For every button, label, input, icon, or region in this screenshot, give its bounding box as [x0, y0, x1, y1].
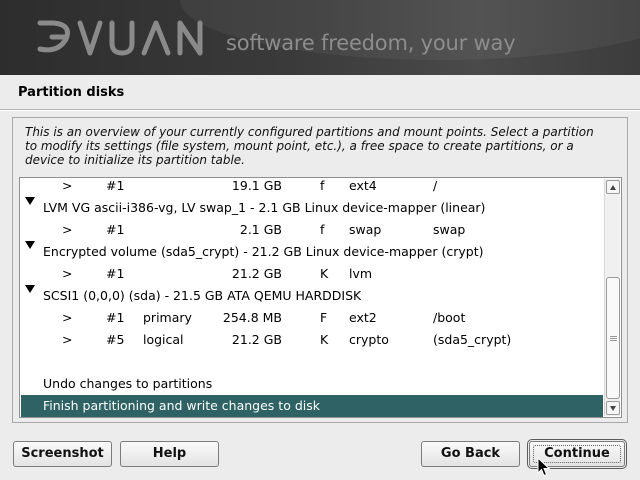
banner-tagline: software freedom, your way: [226, 31, 516, 55]
device-row[interactable]: Encrypted volume (sda5_crypt) - 21.2 GB …: [21, 241, 603, 263]
partition-arrow: >: [62, 222, 73, 237]
partition-number: #1: [106, 310, 125, 325]
partition-list[interactable]: > #1 19.1 GB f ext4 / LVM VG ascii-i386-vg, LV…: [19, 177, 622, 418]
title-divider: [0, 109, 640, 111]
expand-triangle-icon[interactable]: [25, 241, 35, 249]
grip-icon: [610, 336, 617, 341]
partition-number: #1: [106, 222, 125, 237]
device-label: SCSI1 (0,0,0) (sda) - 21.5 GB ATA QEMU H…: [43, 288, 362, 303]
partition-filesystem: ext4: [349, 178, 377, 193]
partition-mount-point: swap: [433, 222, 466, 237]
partition-size: 21.2 GB: [231, 266, 282, 281]
devuan-banner: software freedom, your way: [0, 0, 640, 75]
scroll-down-button[interactable]: [606, 401, 620, 415]
partition-filesystem: lvm: [349, 266, 373, 281]
arrow-down-icon: [610, 406, 616, 411]
arrow-up-icon: [610, 185, 616, 190]
partition-arrow: >: [62, 178, 73, 193]
devuan-logo: [37, 20, 203, 56]
partition-flag: f: [320, 178, 325, 193]
instructions-text: This is an overview of your currently co…: [25, 125, 594, 167]
partition-row[interactable]: > #1 primary 254.8 MB Fext2/boot: [21, 307, 603, 329]
partition-row[interactable]: > #5 logical 21.2 GB Kcrypto (sda5_crypt): [21, 329, 603, 351]
action-label: Undo changes to partitions: [43, 376, 213, 391]
partition-number: #1: [106, 266, 125, 281]
screenshot-button[interactable]: Screenshot: [13, 441, 112, 467]
undo-changes-option[interactable]: Undo changes to partitions: [21, 373, 603, 395]
partition-number: #1: [106, 178, 125, 193]
scroll-up-button[interactable]: [606, 180, 620, 194]
partition-row[interactable]: > #1 19.1 GB f ext4 /: [21, 178, 603, 197]
partition-size: 254.8 MB: [222, 310, 282, 325]
go-back-button[interactable]: Go Back: [421, 441, 520, 467]
partition-arrow: >: [62, 266, 73, 281]
partition-row[interactable]: > #1 2.1 GB f swap swap: [21, 219, 603, 241]
page-title: Partition disks: [18, 85, 125, 100]
expand-triangle-icon[interactable]: [25, 285, 35, 293]
help-button[interactable]: Help: [120, 441, 219, 467]
partition-filesystem: crypto: [349, 332, 389, 347]
finish-partitioning-option[interactable]: Finish partitioning and write changes to…: [21, 395, 603, 417]
partition-flag: f: [320, 222, 325, 237]
list-scrollbar[interactable]: [604, 179, 620, 416]
partition-filesystem: swap: [349, 222, 382, 237]
mouse-cursor-icon: [537, 457, 551, 477]
partition-row[interactable]: > #1 21.2 GB Klvm: [21, 263, 603, 285]
partition-mount-point: (sda5_crypt): [433, 332, 512, 347]
device-row[interactable]: LVM VG ascii-i386-vg, LV swap_1 - 2.1 GB…: [21, 197, 603, 219]
expand-triangle-icon[interactable]: [25, 197, 35, 205]
partition-type: logical: [143, 332, 184, 347]
partition-mount-point: /boot: [433, 310, 466, 325]
device-label: Encrypted volume (sda5_crypt) - 21.2 GB …: [43, 244, 484, 259]
device-row[interactable]: SCSI1 (0,0,0) (sda) - 21.5 GB ATA QEMU H…: [21, 285, 603, 307]
partition-size: 21.2 GB: [231, 332, 282, 347]
partition-mount-point: /: [433, 178, 438, 193]
partition-flag: F: [320, 310, 328, 325]
partition-arrow: >: [62, 310, 73, 325]
partition-flag: K: [320, 332, 329, 347]
action-label: Finish partitioning and write changes to…: [43, 398, 320, 413]
partition-filesystem: ext2: [349, 310, 377, 325]
scrollbar-thumb[interactable]: [606, 277, 620, 399]
partition-size: 2.1 GB: [239, 222, 282, 237]
partition-number: #5: [106, 332, 125, 347]
blank-row: [21, 351, 603, 373]
scrollbar-track[interactable]: [606, 195, 620, 275]
device-label: LVM VG ascii-i386-vg, LV swap_1 - 2.1 GB…: [43, 200, 486, 215]
partition-size: 19.1 GB: [231, 178, 282, 193]
partition-type: primary: [143, 310, 192, 325]
partition-flag: K: [320, 266, 329, 281]
partition-arrow: >: [62, 332, 73, 347]
